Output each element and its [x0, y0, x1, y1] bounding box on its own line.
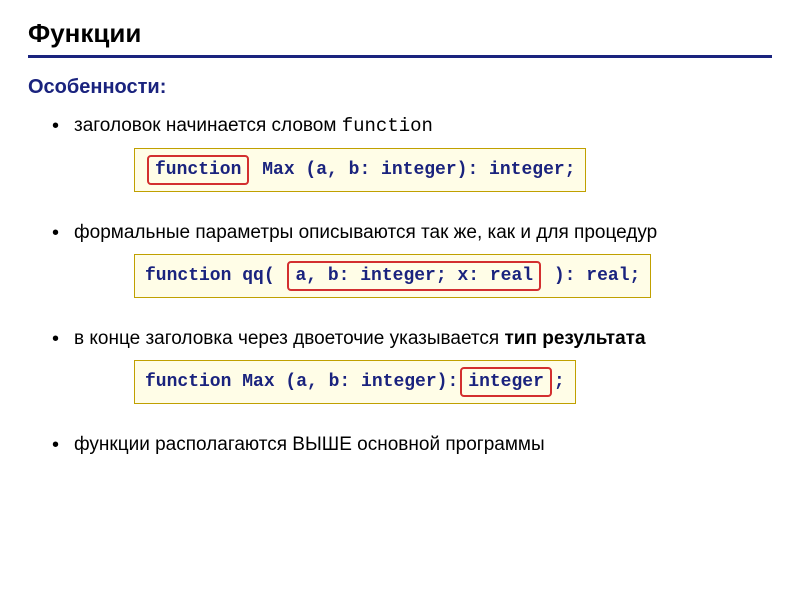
code-highlight: a, b: integer; x: real: [287, 261, 541, 291]
bullet-text: функции располагаются ВЫШЕ основной прог…: [74, 434, 545, 455]
code-text: function Max (a, b: integer):: [145, 372, 458, 392]
code-box: function Max (a, b: integer): integer;: [134, 148, 586, 192]
bullet-list: заголовок начинается словом function fun…: [28, 113, 772, 457]
inline-code: function: [342, 115, 433, 137]
code-text: Max (a, b: integer): integer;: [251, 160, 575, 180]
code-box: function Max (a, b: integer):integer;: [134, 360, 576, 404]
bold-text: тип результата: [504, 328, 645, 349]
title-divider: [28, 55, 772, 58]
bullet-text: заголовок начинается словом: [74, 115, 342, 136]
code-highlight: function: [147, 155, 249, 185]
bullet-text: формальные параметры описываются так же,…: [74, 222, 657, 243]
code-text: function qq(: [145, 266, 285, 286]
list-item: в конце заголовка через двоеточие указыв…: [52, 326, 772, 422]
code-text: ): real;: [543, 266, 640, 286]
code-highlight: integer: [460, 367, 552, 397]
code-box: function qq( a, b: integer; x: real ): r…: [134, 254, 651, 298]
list-item: формальные параметры описываются так же,…: [52, 220, 772, 316]
page-title: Функции: [28, 18, 772, 49]
list-item: функции располагаются ВЫШЕ основной прог…: [52, 432, 772, 458]
section-subtitle: Особенности:: [28, 76, 772, 99]
bullet-text: в конце заголовка через двоеточие указыв…: [74, 328, 504, 349]
list-item: заголовок начинается словом function fun…: [52, 113, 772, 210]
code-text: ;: [554, 372, 565, 392]
